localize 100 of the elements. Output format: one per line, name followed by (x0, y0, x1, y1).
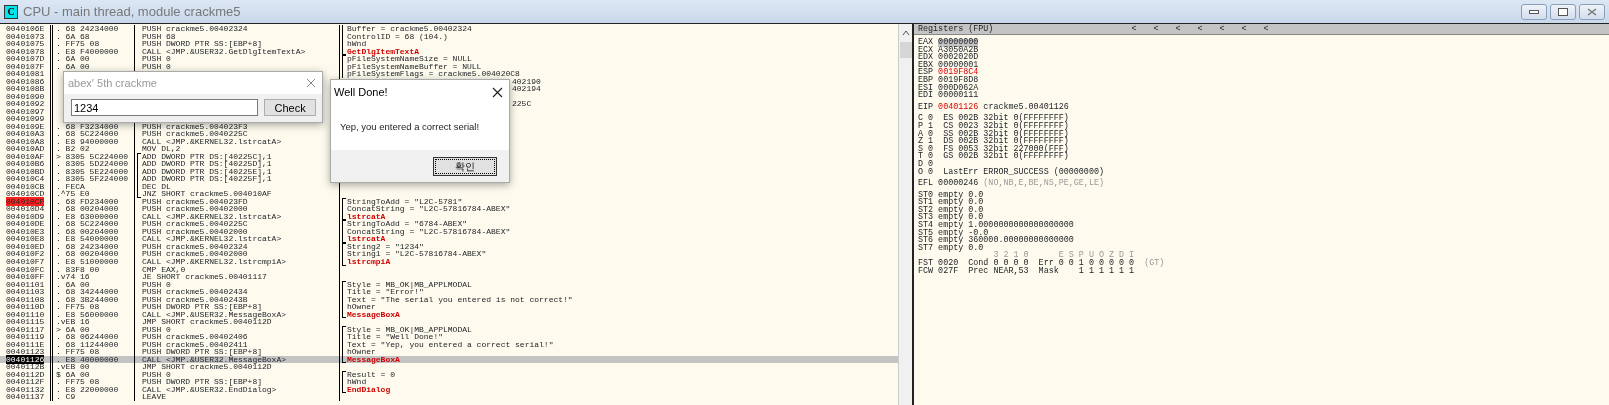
address-text: 0040110D (6, 302, 45, 312)
comment-text: Text = "The serial you entered is not correct!" (347, 295, 573, 304)
api-name: GetDlgItemTextA (347, 47, 419, 56)
instruction-text: PUSH DWORD PTR SS:[EBP+8] (142, 303, 263, 311)
close-icon[interactable] (492, 86, 503, 98)
code-row[interactable]: 00401110 . E8 56000000 CALL <JMP.&USER32.MessageBoxA> MessageBoxA (0, 310, 898, 319)
maximize-button[interactable] (1550, 3, 1576, 20)
code-row[interactable]: 00401126 . E8 40000000 CALL <JMP.&USER32.MessageBoxA> MessageBoxA (0, 355, 898, 364)
code-row[interactable]: 00401115 .vEB 16 JMP SHORT crackme5.0040112D (0, 318, 898, 326)
instruction-text: PUSH 0 (142, 55, 171, 63)
code-row[interactable]: 004010CF . 68 FD234000 PUSH crackme5.004023FD StringToAdd = "L2C-5781" (0, 197, 898, 206)
register-text: EFL 00000246 (918, 180, 980, 188)
close-button[interactable] (1579, 3, 1605, 20)
hex-bytes: . 68 00204000 (56, 226, 119, 236)
instruction-text: PUSH DWORD PTR SS:[EBP+8] (142, 40, 263, 48)
code-row[interactable]: 004010E8 . E8 54000000 CALL <JMP.&KERNEL32.lstrcatA> lstrcatA (0, 235, 898, 243)
register-text: ST6 empty 360000.00000000000000 (918, 237, 1074, 245)
code-row[interactable]: 004010F7 . E8 51000000 CALL <JMP.&KERNEL32.lstrcmpiA> lstrcmpiA (0, 258, 898, 266)
instruction-text: ADD DWORD PTR DS:[40225F],1 (142, 175, 272, 183)
code-row[interactable]: 004010FF .v74 16 JE SHORT crackme5.00401117 (0, 273, 898, 281)
address-text: 00401108 (6, 294, 45, 304)
hex-bytes: . 68 34244000 (56, 287, 119, 297)
nav-arrow[interactable]: < (1131, 23, 1137, 35)
register-text: (NO,NB,E,BE,NS,PE,GE,LE) (983, 180, 1104, 188)
address-text: 00401117 (6, 324, 45, 334)
minimize-button[interactable] (1521, 3, 1547, 20)
hex-bytes: . FF75 08 (56, 302, 100, 312)
code-row[interactable]: 0040106E . 68 24234000 PUSH crackme5.00402324 Buffer = crackme5.00402324 (0, 25, 898, 33)
address-text: 00401075 (6, 39, 45, 49)
nav-arrow[interactable]: < (1153, 23, 1159, 35)
scroll-thumb[interactable] (899, 42, 912, 58)
address-text: 004010CB (6, 181, 45, 191)
code-row[interactable]: 00401137 . C9 LEAVE (0, 393, 898, 401)
hex-bytes: . 8305 5F224000 (56, 174, 128, 184)
dialog-title: abex' 5th crackme (68, 75, 157, 91)
instruction-text: JE SHORT crackme5.00401117 (142, 273, 267, 281)
instruction-text: PUSH crackme5.00402000 (142, 205, 248, 213)
hex-bytes: . 68 F3234000 (56, 121, 119, 131)
hex-bytes: .vEB 00 (56, 362, 90, 372)
code-row[interactable]: 00401117 > 6A 00 PUSH 0 Style = MB_OK|MB_APPLMODAL (0, 325, 898, 334)
register-text: (GT) (1144, 260, 1165, 268)
code-row[interactable]: 0040112B .vEB 00 JMP SHORT crackme5.0040112D (0, 363, 898, 371)
code-row[interactable]: 004010D4 . 68 00204000 PUSH crackme5.00402000 ConcatString = "L2C-57816784-ABEX" (0, 205, 898, 213)
api-name: EndDialog (347, 385, 391, 394)
code-row[interactable]: 004010D9 . E8 63000000 CALL <JMP.&KERNEL32.lstrcatA> lstrcatA (0, 212, 898, 221)
code-row[interactable]: 004010F2 . 68 00204000 PUSH crackme5.00402000 String1 = "L2C-57816784-ABEX" (0, 250, 898, 258)
code-row[interactable]: 004010ED . 68 24234000 PUSH crackme5.00402324 String2 = "1234" (0, 242, 898, 251)
nav-arrow[interactable]: < (1175, 23, 1181, 35)
nav-arrow[interactable]: < (1241, 23, 1247, 35)
api-name: lstrcatA (347, 212, 386, 221)
code-row[interactable]: 004010DE . 68 5C224000 PUSH crackme5.0040225C StringToAdd = "6784-ABEX" (0, 220, 898, 228)
address-text: 004010F2 (6, 249, 45, 259)
code-row[interactable]: 00401101 . 6A 00 PUSH 0 Style = MB_OK|MB_APPLMODAL (0, 280, 898, 289)
register-text: EDX 0002020D (918, 54, 979, 62)
code-row[interactable]: 00401078 . E8 F4000000 CALL <JMP.&USER32.GetDlgItemTextA> GetDlgItemTextA (0, 47, 898, 56)
code-row[interactable]: 00401075 . FF75 08 PUSH DWORD PTR SS:[EBP+8] hWnd (0, 40, 898, 48)
code-row[interactable]: 004010FC . 83F8 00 CMP EAX,0 (0, 265, 898, 273)
hex-bytes: . 8305 5D224000 (56, 159, 128, 169)
nav-arrow[interactable]: < (1197, 23, 1203, 35)
instruction-text: MOV DL,2 (142, 145, 181, 153)
serial-input[interactable]: 1234 (71, 99, 259, 116)
comment-text: pFileSystemFlags = crackme5.004020C8 (347, 70, 520, 78)
hex-bytes: . 68 00204000 (56, 204, 119, 214)
minimize-icon (1529, 9, 1539, 14)
code-row[interactable]: 0040110D . FF75 08 PUSH DWORD PTR SS:[EBP+8] hOwner (0, 303, 898, 311)
hex-bytes: . E8 51000000 (56, 257, 119, 266)
nav-arrow[interactable]: < (1263, 23, 1269, 35)
nav-arrow[interactable]: < (1219, 23, 1225, 35)
code-row[interactable]: 0040107D . 6A 00 PUSH 0 pFileSystemNameSize = NULL (0, 55, 898, 63)
api-name: MessageBoxA (347, 310, 400, 319)
code-row[interactable]: 004010E3 . 68 00204000 PUSH crackme5.00402000 ConcatString = "L2C-57816784-ABEX" (0, 227, 898, 236)
hex-bytes: . E8 54000000 (56, 234, 119, 244)
check-button[interactable]: Check (264, 99, 316, 116)
hex-bytes: . E8 40000000 (56, 354, 119, 364)
scrollbar[interactable] (898, 24, 912, 405)
hex-bytes: . 68 24234000 (56, 24, 119, 33)
ok-button[interactable]: 확인 (433, 156, 497, 176)
instruction-text: DEC DL (142, 182, 171, 191)
comment-text: hWnd (347, 40, 367, 48)
address-text: 00401081 (6, 69, 45, 79)
hex-bytes: . FF75 08 (56, 347, 100, 357)
code-row[interactable]: 0040111E . 68 11244000 PUSH crackme5.00402411 Text = "Yep, you entered a correct serial!" (0, 340, 898, 349)
hex-bytes: . 68 FD234000 (56, 196, 119, 206)
code-row[interactable]: 00401073 . 6A 68 PUSH 68 ControlID = 68 (104.) (0, 32, 898, 41)
address-text: 00401086 (6, 76, 45, 86)
hex-bytes: . E8 94000000 (56, 136, 119, 146)
code-row[interactable]: 00401108 . 68 3B244000 PUSH crackme5.0040243B Text = "The serial you entered is not correct!" (0, 295, 898, 304)
address-text: 004010FF (6, 272, 45, 281)
instruction-text: CMP EAX,0 (142, 265, 186, 273)
comment-text: String1 = "L2C-57816784-ABEX" (347, 250, 487, 258)
code-row[interactable]: 0040112F . FF75 08 PUSH DWORD PTR SS:[EBP+8] hWnd (0, 378, 898, 386)
code-row[interactable]: 00401132 . E8 22000000 CALL <JMP.&USER32.EndDialog> EndDialog (0, 385, 898, 394)
code-row[interactable]: 00401119 . 68 06244000 PUSH crackme5.00402406 Title = "Well Done!" (0, 333, 898, 341)
hex-bytes: . FECA (56, 181, 85, 191)
address-text: 00401137 (6, 392, 45, 402)
address-text: 004010DE (6, 219, 45, 229)
hex-bytes: . FF75 08 (56, 377, 100, 387)
instruction-text: CALL <JMP.&KERNEL32.lstrcatA> (142, 212, 282, 221)
code-row[interactable]: 00401103 . 68 34244000 PUSH crackme5.00402434 Title = "Error!" (0, 288, 898, 296)
code-row[interactable]: 0040112D $ 6A 00 PUSH 0 Result = 0 (0, 370, 898, 379)
